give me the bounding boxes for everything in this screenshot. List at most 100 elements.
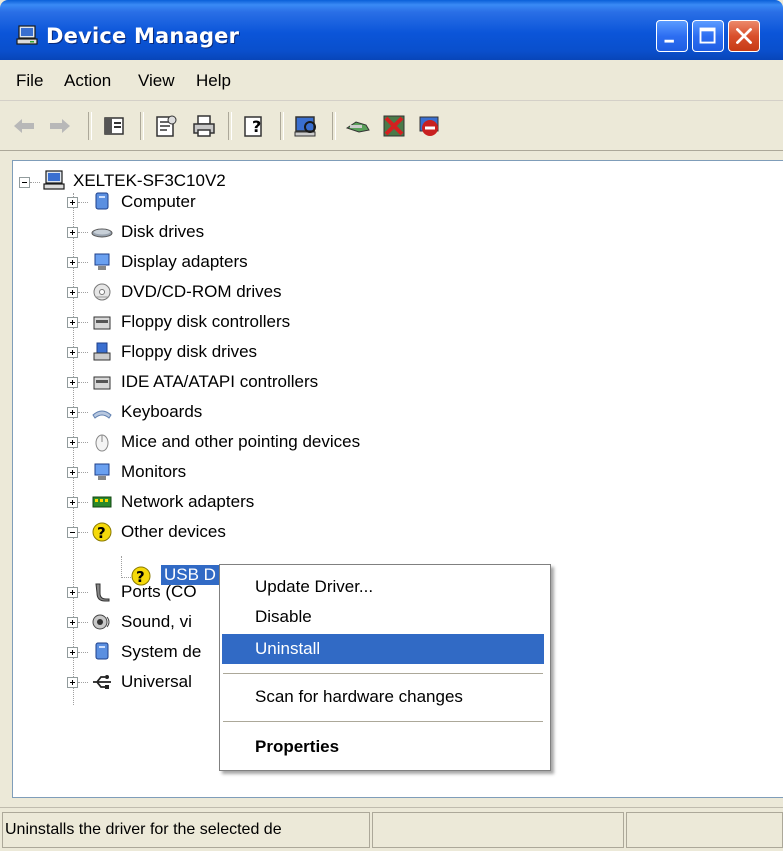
expand-toggle[interactable] bbox=[67, 677, 78, 688]
menu-action[interactable]: Action bbox=[64, 71, 111, 91]
close-icon bbox=[736, 28, 752, 44]
expand-toggle[interactable] bbox=[67, 347, 78, 358]
menu-view[interactable]: View bbox=[138, 71, 175, 91]
tree-item-ports-co[interactable]: Ports (CO bbox=[121, 582, 197, 602]
menu-item-scan-hardware-label: Scan for hardware changes bbox=[255, 687, 463, 706]
forward-arrow-icon[interactable] bbox=[46, 112, 74, 140]
tree-item-sound-vi[interactable]: Sound, vi bbox=[121, 612, 192, 632]
show-hide-console-tree-icon[interactable] bbox=[100, 112, 128, 140]
sound-icon bbox=[92, 614, 110, 630]
tree-item-disk-drives[interactable]: Disk drives bbox=[121, 222, 204, 242]
menu-item-update-driver-label: Update Driver... bbox=[255, 577, 374, 596]
expand-toggle[interactable] bbox=[67, 497, 78, 508]
display-adapter-icon bbox=[94, 253, 110, 270]
menu-file[interactable]: File bbox=[16, 71, 43, 91]
toolbar-separator bbox=[88, 112, 92, 140]
scan-hardware-icon[interactable] bbox=[292, 112, 320, 140]
tree-item-system-de[interactable]: System de bbox=[121, 642, 201, 662]
monitor-icon bbox=[94, 463, 110, 480]
tree-root-label[interactable]: XELTEK-SF3C10V2 bbox=[73, 171, 226, 191]
usb-icon bbox=[93, 675, 111, 689]
expand-toggle[interactable] bbox=[67, 437, 78, 448]
tree-item-universal[interactable]: Universal bbox=[121, 672, 192, 692]
close-button[interactable] bbox=[728, 20, 760, 52]
menu-item-properties-label: Properties bbox=[255, 737, 340, 756]
computer-monitor-icon bbox=[43, 170, 65, 190]
toolbar-separator bbox=[332, 112, 336, 140]
expand-toggle[interactable] bbox=[67, 197, 78, 208]
tree-item-keyboards[interactable]: Keyboards bbox=[121, 402, 202, 422]
expand-toggle[interactable] bbox=[67, 287, 78, 298]
floppy-controller-icon bbox=[93, 316, 111, 330]
status-text-pane: Uninstalls the driver for the selected d… bbox=[2, 812, 370, 848]
disk-drive-icon bbox=[91, 228, 113, 238]
system-device-icon bbox=[95, 642, 109, 660]
minimize-icon bbox=[664, 39, 674, 43]
expand-toggle[interactable] bbox=[67, 317, 78, 328]
menu-separator bbox=[223, 673, 543, 674]
properties-icon[interactable] bbox=[152, 112, 180, 140]
tree-item-ide-ata-atapi-controllers[interactable]: IDE ATA/ATAPI controllers bbox=[121, 372, 318, 392]
tree-item-computer[interactable]: Computer bbox=[121, 192, 196, 212]
help-icon[interactable]: ? bbox=[240, 112, 268, 140]
network-adapter-icon bbox=[92, 496, 112, 508]
tree-item-display-adapters[interactable]: Display adapters bbox=[121, 252, 248, 272]
update-driver-icon[interactable] bbox=[344, 112, 372, 140]
tree-item-mice-and-other-pointing-devices[interactable]: Mice and other pointing devices bbox=[121, 432, 360, 452]
keyboard-icon bbox=[92, 410, 112, 419]
minimize-button[interactable] bbox=[656, 20, 688, 52]
toolbar-separator bbox=[228, 112, 232, 140]
tree-item-other-devices[interactable]: Other devices bbox=[121, 522, 226, 542]
floppy-drive-icon bbox=[93, 342, 111, 361]
status-pane bbox=[372, 812, 624, 848]
menu-help[interactable]: Help bbox=[196, 71, 231, 91]
expand-toggle[interactable] bbox=[67, 527, 78, 538]
mouse-icon bbox=[95, 434, 109, 452]
toolbar-separator bbox=[140, 112, 144, 140]
print-icon[interactable] bbox=[190, 112, 218, 140]
menu-bar: File Action View Help bbox=[0, 60, 783, 101]
unknown-device-icon: ? bbox=[92, 522, 112, 542]
expand-toggle[interactable] bbox=[67, 647, 78, 658]
expand-toggle[interactable] bbox=[67, 227, 78, 238]
status-bar: Uninstalls the driver for the selected d… bbox=[0, 807, 783, 851]
computer-monitor-icon bbox=[16, 25, 38, 45]
expand-toggle[interactable] bbox=[67, 587, 78, 598]
svg-text:?: ? bbox=[97, 524, 106, 542]
uninstall-icon[interactable] bbox=[380, 112, 408, 140]
menu-item-uninstall[interactable]: Uninstall bbox=[222, 634, 544, 664]
menu-item-uninstall-label: Uninstall bbox=[255, 639, 321, 658]
back-arrow-icon[interactable] bbox=[10, 112, 38, 140]
expand-toggle[interactable] bbox=[67, 617, 78, 628]
disable-icon[interactable] bbox=[416, 112, 444, 140]
tree-item-network-adapters[interactable]: Network adapters bbox=[121, 492, 254, 512]
expand-toggle[interactable] bbox=[67, 257, 78, 268]
ide-controller-icon bbox=[93, 376, 111, 390]
collapse-root-toggle[interactable] bbox=[19, 177, 30, 188]
toolbar: ? bbox=[0, 102, 783, 151]
status-pane bbox=[626, 812, 783, 848]
maximize-button[interactable] bbox=[692, 20, 724, 52]
svg-text:?: ? bbox=[252, 117, 261, 136]
tree-item-monitors[interactable]: Monitors bbox=[121, 462, 186, 482]
maximize-icon bbox=[699, 27, 716, 44]
context-menu: Update Driver... Disable Uninstall Scan … bbox=[219, 564, 551, 771]
menu-item-update-driver[interactable]: Update Driver... bbox=[222, 572, 544, 602]
menu-separator bbox=[223, 721, 543, 722]
expand-toggle[interactable] bbox=[67, 407, 78, 418]
tree-item-floppy-disk-drives[interactable]: Floppy disk drives bbox=[121, 342, 257, 362]
window-title: Device Manager bbox=[46, 24, 240, 48]
title-bar[interactable]: Device Manager bbox=[0, 0, 783, 60]
dvd-drive-icon bbox=[93, 283, 111, 301]
menu-item-scan-hardware[interactable]: Scan for hardware changes bbox=[222, 682, 544, 712]
tree-item-floppy-disk-controllers[interactable]: Floppy disk controllers bbox=[121, 312, 290, 332]
expand-toggle[interactable] bbox=[67, 377, 78, 388]
tree-item-dvd-cd-rom-drives[interactable]: DVD/CD-ROM drives bbox=[121, 282, 282, 302]
expand-toggle[interactable] bbox=[67, 467, 78, 478]
menu-item-properties[interactable]: Properties bbox=[222, 732, 544, 762]
port-icon bbox=[95, 583, 110, 602]
menu-item-disable[interactable]: Disable bbox=[222, 602, 544, 632]
device-manager-window: Device Manager File Action View Help ? X… bbox=[0, 0, 783, 851]
toolbar-separator bbox=[280, 112, 284, 140]
status-text: Uninstalls the driver for the selected d… bbox=[5, 821, 282, 838]
